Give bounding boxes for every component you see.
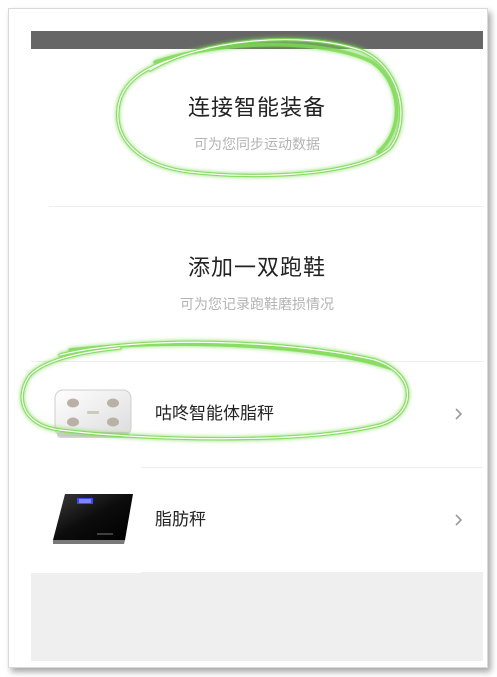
chevron-right-icon: [455, 514, 463, 526]
connect-device-section[interactable]: 连接智能装备 可为您同步运动数据: [31, 93, 483, 155]
empty-footer-area: [31, 573, 483, 661]
connect-device-subtitle: 可为您同步运动数据: [194, 137, 320, 153]
device-label: 咕咚智能体脂秤: [155, 404, 274, 424]
app-screen: 连接智能装备 可为您同步运动数据 添加一双跑鞋 可为您记录跑鞋磨损情况 咕咚智能…: [31, 31, 483, 661]
connect-device-title: 连接智能装备: [187, 96, 326, 121]
status-bar: [31, 31, 483, 49]
black-fat-scale-icon: [53, 494, 133, 544]
divider: [49, 206, 483, 207]
device-label: 脂肪秤: [155, 510, 206, 530]
add-shoes-section[interactable]: 添加一双跑鞋 可为您记录跑鞋磨损情况: [31, 253, 483, 315]
screenshot-frame: 连接智能装备 可为您同步运动数据 添加一双跑鞋 可为您记录跑鞋磨损情况 咕咚智能…: [8, 8, 488, 668]
add-shoes-subtitle: 可为您记录跑鞋磨损情况: [180, 297, 334, 313]
white-body-fat-scale-icon: [54, 389, 132, 438]
device-row-codoon-body-fat-scale[interactable]: 咕咚智能体脂秤: [31, 362, 483, 467]
device-row-fat-scale[interactable]: 脂肪秤: [31, 468, 483, 573]
add-shoes-title: 添加一双跑鞋: [187, 256, 326, 281]
chevron-right-icon: [455, 408, 463, 420]
